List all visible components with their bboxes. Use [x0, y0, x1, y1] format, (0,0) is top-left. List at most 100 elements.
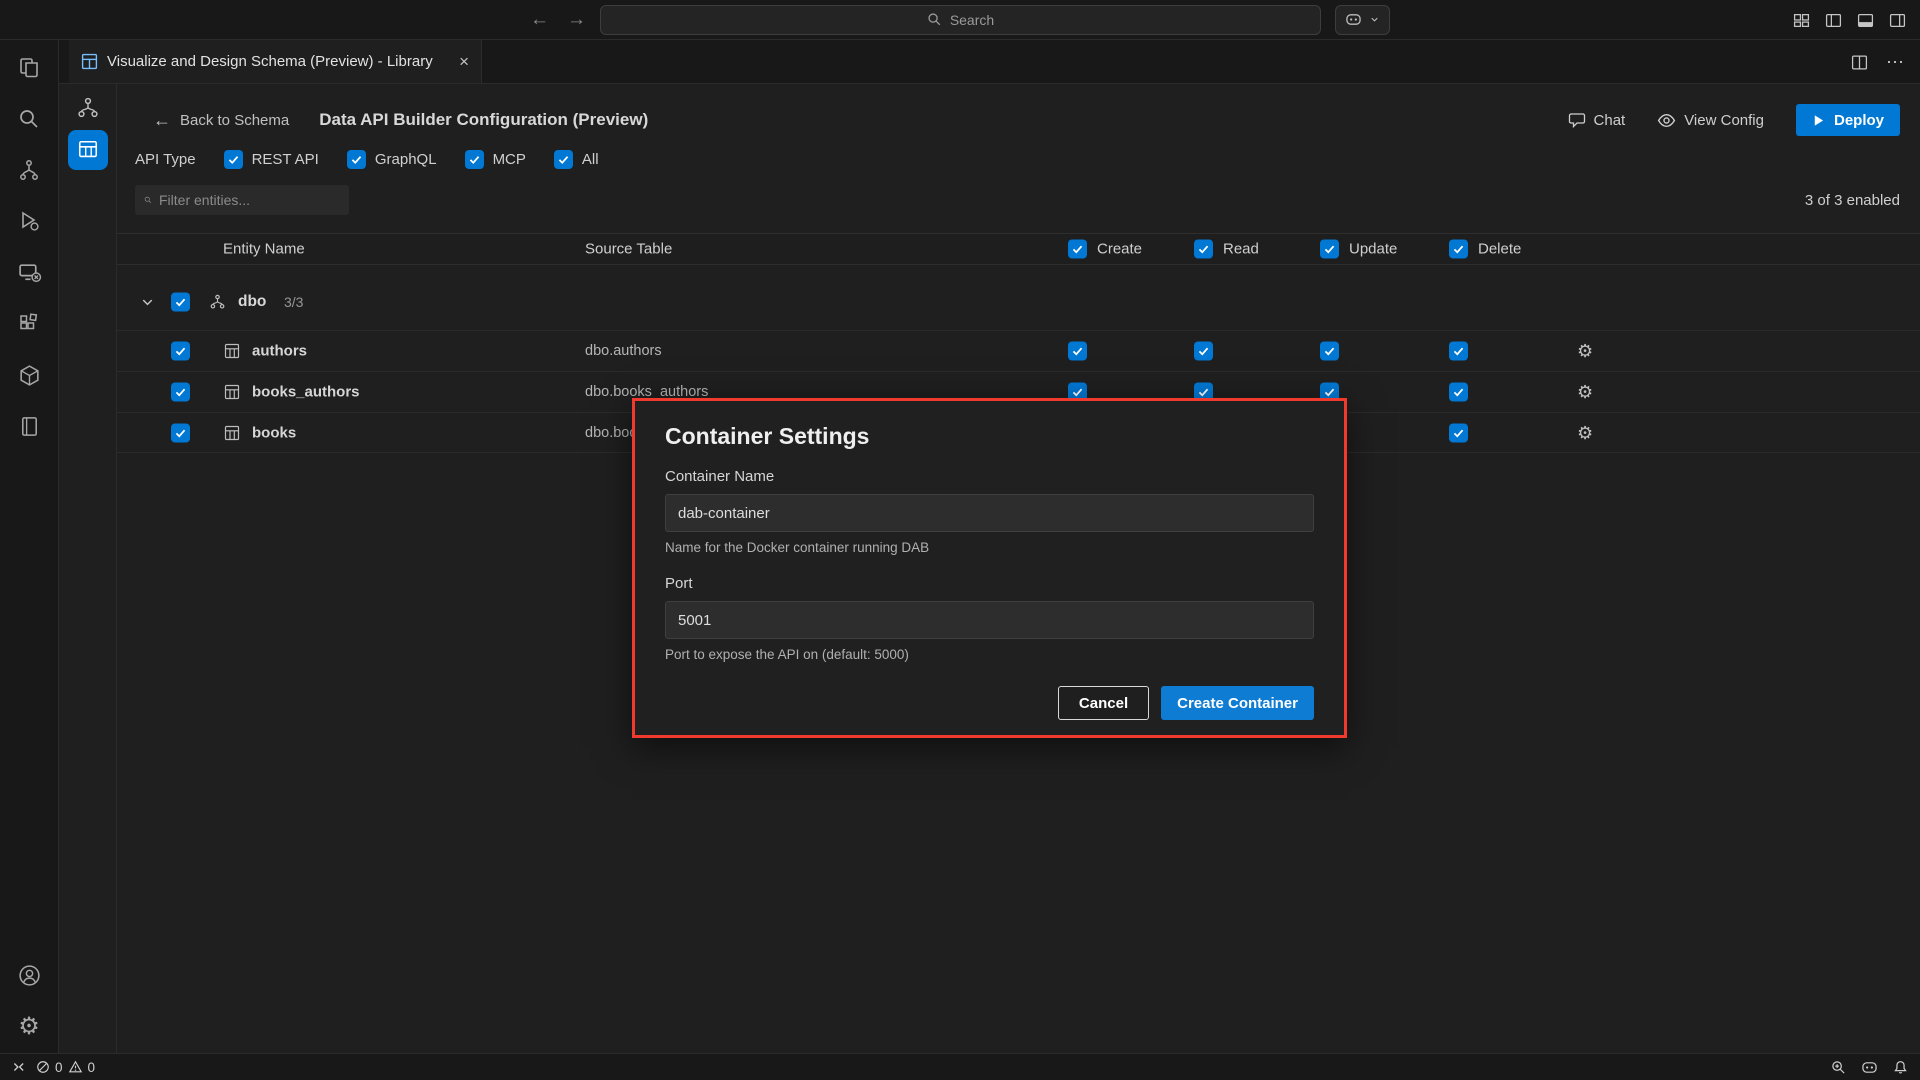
- graphql-checkbox[interactable]: GraphQL: [347, 150, 437, 169]
- row-settings-gear-icon[interactable]: ⚙: [1577, 383, 1593, 401]
- toggle-secondary-sidebar-icon[interactable]: [1889, 12, 1906, 29]
- more-actions-icon[interactable]: ⋯: [1886, 52, 1904, 73]
- copilot-menu[interactable]: [1335, 5, 1390, 35]
- table-icon: [224, 343, 240, 359]
- toggle-primary-sidebar-icon[interactable]: [1825, 12, 1842, 29]
- account-icon[interactable]: [17, 963, 42, 988]
- group-checkbox[interactable]: [171, 293, 190, 312]
- run-debug-icon[interactable]: [17, 209, 41, 233]
- screencast-zoom-icon[interactable]: [1831, 1060, 1846, 1075]
- update-all-checkbox[interactable]: [1320, 240, 1339, 259]
- entity-name: books: [252, 424, 296, 441]
- col-create: Create: [1097, 241, 1142, 258]
- entity-name: books_authors: [252, 384, 360, 401]
- delete-all-checkbox[interactable]: [1449, 240, 1468, 259]
- errors-count: 0: [55, 1060, 63, 1075]
- warnings-icon: [68, 1060, 83, 1074]
- row-checkbox[interactable]: [171, 342, 190, 361]
- eye-icon: [1657, 111, 1676, 130]
- tab-close-icon[interactable]: ×: [459, 52, 469, 72]
- search-icon: [927, 12, 942, 27]
- cancel-button[interactable]: Cancel: [1058, 686, 1149, 720]
- search-view-icon[interactable]: [17, 107, 41, 131]
- notebook-icon[interactable]: [18, 415, 41, 438]
- play-icon: [1812, 114, 1825, 127]
- forward-arrow-icon[interactable]: →: [567, 9, 586, 31]
- filter-entities-input[interactable]: [159, 192, 340, 208]
- split-editor-icon[interactable]: [1851, 54, 1868, 71]
- row-checkbox[interactable]: [171, 423, 190, 442]
- database-projects-icon[interactable]: [17, 363, 42, 388]
- port-input[interactable]: [665, 601, 1314, 639]
- problems-indicator[interactable]: 0 0: [36, 1060, 95, 1075]
- group-count: 3/3: [284, 294, 303, 310]
- dialog-title: Container Settings: [665, 423, 1314, 450]
- row-settings-gear-icon[interactable]: ⚙: [1577, 342, 1593, 360]
- back-arrow-icon[interactable]: ←: [530, 9, 549, 31]
- delete-checkbox[interactable]: [1449, 342, 1468, 361]
- filter-entities-field[interactable]: [135, 185, 349, 215]
- deploy-button[interactable]: Deploy: [1796, 104, 1900, 136]
- chat-icon: [1568, 111, 1586, 129]
- col-source-table: Source Table: [585, 241, 672, 258]
- group-name: dbo: [238, 293, 266, 311]
- entity-table-header: Entity Name Source Table Create Read Upd…: [117, 233, 1920, 265]
- back-label: Back to Schema: [180, 112, 289, 129]
- delete-checkbox[interactable]: [1449, 423, 1468, 442]
- create-all-checkbox[interactable]: [1068, 240, 1087, 259]
- schema-group-row[interactable]: dbo 3/3: [117, 279, 1920, 325]
- explorer-icon[interactable]: [17, 56, 41, 80]
- command-center-search[interactable]: Search: [600, 5, 1321, 35]
- notifications-bell-icon[interactable]: [1893, 1060, 1908, 1075]
- row-checkbox[interactable]: [171, 383, 190, 402]
- rest-api-checkbox[interactable]: REST API: [224, 150, 319, 169]
- page-title: Data API Builder Configuration (Preview): [319, 110, 648, 130]
- mcp-checkbox[interactable]: MCP: [465, 150, 526, 169]
- source-control-icon[interactable]: [17, 158, 41, 182]
- checkbox-checked[interactable]: [224, 150, 243, 169]
- graphql-label: GraphQL: [375, 151, 437, 168]
- table-row-authors: authors dbo.authors ⚙: [117, 330, 1920, 371]
- checkbox-checked[interactable]: [465, 150, 484, 169]
- port-label: Port: [665, 575, 1314, 592]
- checkbox-checked[interactable]: [347, 150, 366, 169]
- delete-checkbox[interactable]: [1449, 383, 1468, 402]
- create-checkbox[interactable]: [1068, 342, 1087, 361]
- all-checkbox[interactable]: All: [554, 150, 599, 169]
- chat-label: Chat: [1594, 112, 1626, 129]
- tab-title: Visualize and Design Schema (Preview) - …: [107, 53, 433, 70]
- search-placeholder: Search: [950, 12, 994, 28]
- enabled-summary: 3 of 3 enabled: [1805, 192, 1900, 209]
- view-config-button[interactable]: View Config: [1657, 111, 1764, 130]
- customize-layout-icon[interactable]: [1793, 12, 1810, 29]
- remote-indicator-icon[interactable]: [10, 1060, 24, 1074]
- source-table: dbo.authors: [585, 343, 662, 359]
- title-bar: ← → Search: [0, 0, 1920, 40]
- mcp-label: MCP: [493, 151, 526, 168]
- view-config-label: View Config: [1684, 112, 1764, 129]
- chat-button[interactable]: Chat: [1568, 111, 1626, 129]
- create-container-button[interactable]: Create Container: [1161, 686, 1314, 720]
- search-icon: [144, 193, 152, 207]
- chevron-down-icon[interactable]: [140, 295, 155, 310]
- toggle-panel-icon[interactable]: [1857, 12, 1874, 29]
- settings-gear-icon[interactable]: ⚙: [18, 1015, 40, 1039]
- api-type-label: API Type: [135, 151, 196, 168]
- tab-visualize-schema[interactable]: Visualize and Design Schema (Preview) - …: [69, 40, 482, 83]
- chevron-down-icon: [1369, 14, 1380, 25]
- filter-row: 3 of 3 enabled: [135, 185, 1900, 215]
- read-checkbox[interactable]: [1194, 342, 1213, 361]
- checkbox-checked[interactable]: [554, 150, 573, 169]
- container-name-input[interactable]: [665, 494, 1314, 532]
- remote-explorer-icon[interactable]: [17, 260, 42, 285]
- designer-tool-strip: [59, 84, 117, 1053]
- row-settings-gear-icon[interactable]: ⚙: [1577, 424, 1593, 442]
- update-checkbox[interactable]: [1320, 342, 1339, 361]
- extensions-icon[interactable]: [17, 312, 41, 336]
- data-api-builder-icon[interactable]: [68, 130, 108, 170]
- back-to-schema-link[interactable]: ← Back to Schema: [153, 110, 289, 131]
- copilot-status-icon[interactable]: [1861, 1060, 1878, 1075]
- port-help: Port to expose the API on (default: 5000…: [665, 647, 1314, 662]
- read-all-checkbox[interactable]: [1194, 240, 1213, 259]
- schema-designer-icon[interactable]: [76, 96, 100, 120]
